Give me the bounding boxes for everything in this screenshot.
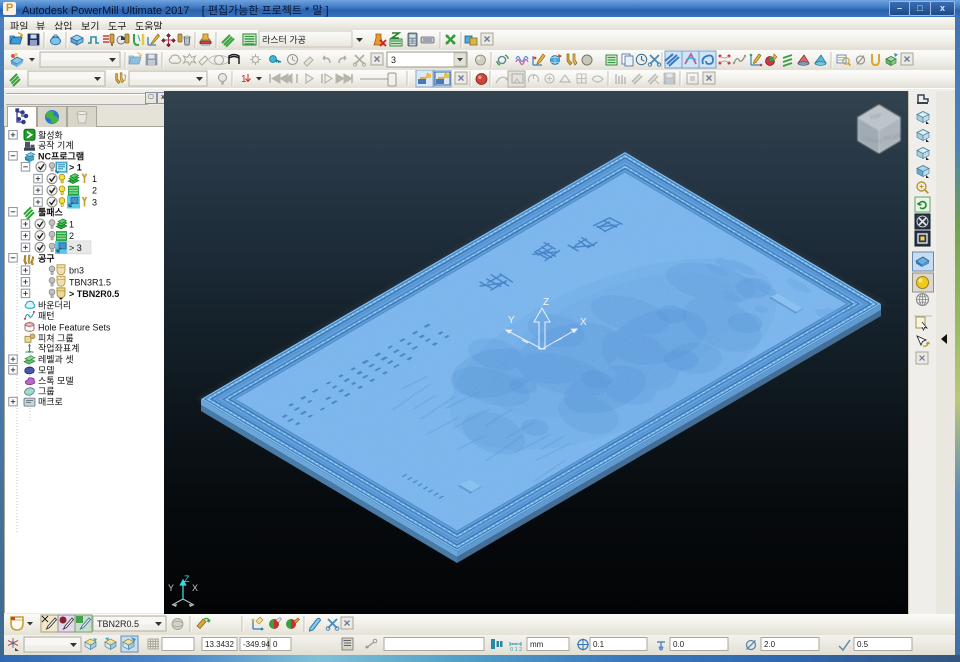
svg-text:작업좌표계: 작업좌표계 [38, 343, 79, 354]
svg-text:Y: Y [508, 315, 515, 326]
svg-text:스톡 모델: 스톡 모델 [38, 375, 74, 386]
svg-text:-349.94: -349.94 [243, 640, 271, 649]
svg-text:TBN3R1.5: TBN3R1.5 [69, 277, 111, 287]
svg-text:13.3432: 13.3432 [205, 640, 234, 649]
svg-text:1: 1 [69, 220, 74, 230]
svg-text:2: 2 [92, 186, 97, 196]
svg-text:> 3: > 3 [69, 243, 82, 253]
svg-text:매크로: 매크로 [38, 397, 63, 407]
svg-text:> TBN2R0.5: > TBN2R0.5 [69, 289, 119, 299]
svg-text:0.1: 0.1 [593, 640, 605, 649]
svg-text:공구: 공구 [38, 253, 55, 263]
svg-text:0.5: 0.5 [857, 640, 869, 649]
svg-text:모델: 모델 [38, 364, 55, 375]
svg-text:툴패스: 툴패스 [38, 206, 64, 217]
svg-text:Hole Feature Sets: Hole Feature Sets [38, 323, 111, 333]
svg-text:Z: Z [543, 297, 549, 308]
svg-text:레벨과 셋: 레벨과 셋 [38, 355, 74, 365]
svg-text:2.0: 2.0 [764, 640, 776, 649]
svg-text:Y: Y [168, 583, 174, 593]
svg-text:0: 0 [273, 640, 278, 649]
svg-text:그룹: 그룹 [38, 387, 55, 397]
svg-text:0 1 2: 0 1 2 [510, 647, 522, 653]
svg-text:> 1: > 1 [69, 162, 82, 172]
svg-text:Z: Z [184, 574, 190, 584]
svg-text:바운더리: 바운더리 [38, 300, 71, 310]
svg-text:3: 3 [391, 55, 396, 65]
svg-text:공작 기계: 공작 기계 [38, 140, 74, 151]
svg-text:bn3: bn3 [69, 266, 84, 276]
svg-text:3: 3 [92, 198, 97, 208]
svg-text:피쳐 그룹: 피쳐 그룹 [38, 332, 74, 343]
svg-text:mm: mm [530, 640, 544, 649]
svg-text:1: 1 [92, 174, 97, 184]
svg-text:NC프로그램: NC프로그램 [38, 150, 84, 161]
svg-text:라스터 가공: 라스터 가공 [262, 35, 306, 45]
svg-text:0.0: 0.0 [673, 640, 685, 649]
svg-text:2: 2 [69, 231, 74, 241]
svg-text:패턴: 패턴 [38, 311, 55, 321]
svg-text:X: X [192, 583, 198, 593]
svg-text:TBN2R0.5: TBN2R0.5 [97, 619, 139, 629]
svg-text:활성화: 활성화 [38, 129, 63, 140]
svg-text:X: X [580, 317, 587, 328]
